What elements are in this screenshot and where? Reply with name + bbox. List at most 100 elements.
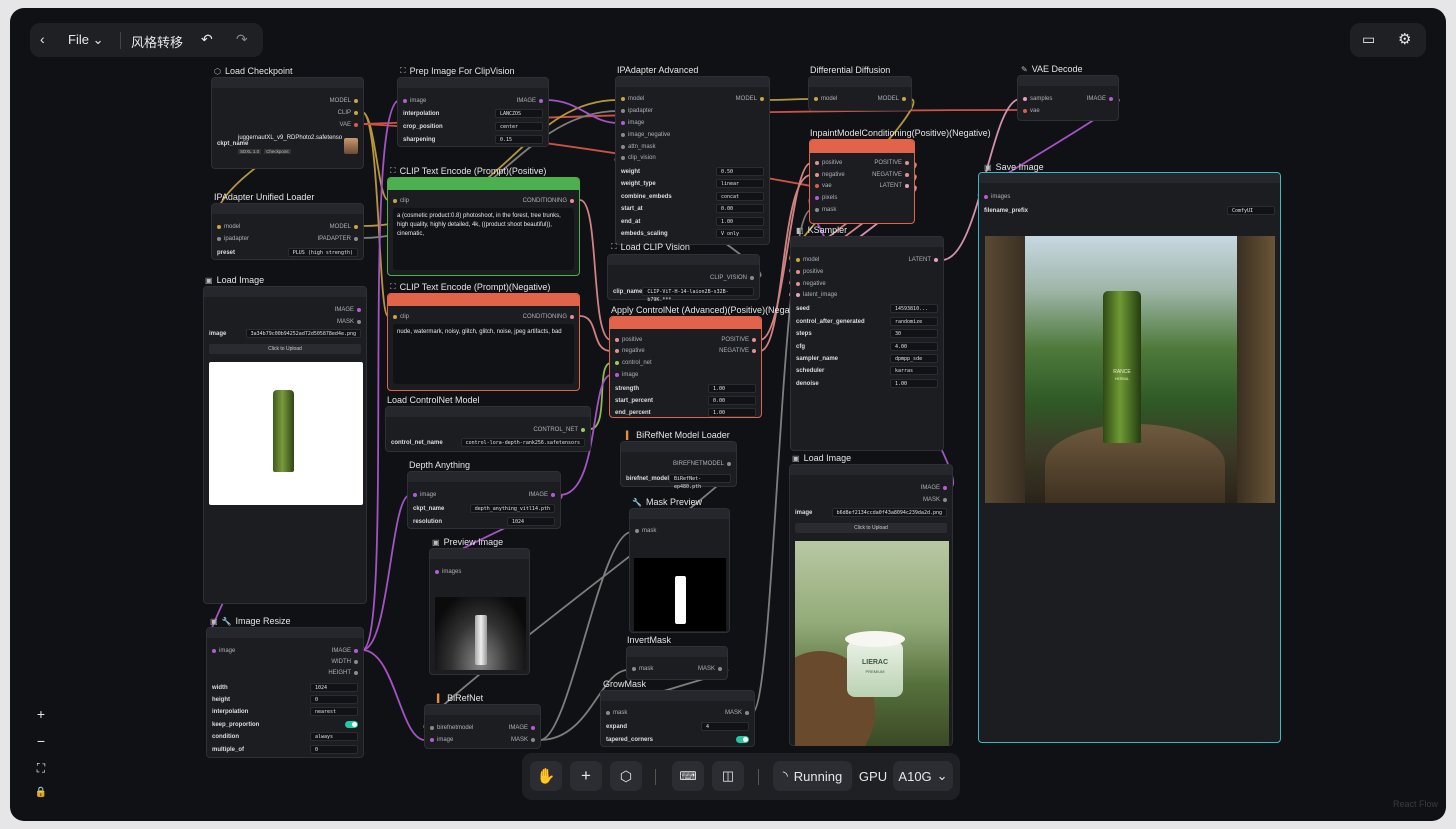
input-image[interactable]: image [403, 98, 426, 104]
input-vae[interactable]: vae [815, 183, 832, 189]
output-negative[interactable]: NEGATIVE [719, 348, 756, 354]
output-conditioning[interactable]: CONDITIONING [523, 198, 574, 204]
output-mask[interactable]: MASK [698, 666, 722, 672]
widget-combine-embeds[interactable]: combine_embeds concat [621, 192, 764, 201]
widget-seed[interactable]: seed 14593810... [796, 304, 938, 313]
input-mask[interactable]: mask [632, 666, 653, 672]
terminal-icon[interactable]: ⌨ [672, 761, 704, 791]
output-birefnetmodel[interactable]: BIREFNETMODEL [673, 461, 731, 467]
node-birefnet[interactable]: birefnetmodel image IMAGE MASK [424, 704, 541, 749]
file-menu[interactable]: File ⌄ [68, 32, 103, 48]
input-positive[interactable]: positive [796, 269, 823, 275]
input-latent-image[interactable]: latent_image [796, 292, 837, 298]
widget-embeds-scaling[interactable]: embeds_scaling V only [621, 229, 764, 238]
output-model[interactable]: MODEL [736, 96, 764, 102]
node-clip-negative[interactable]: clip CONDITIONING nude, watermark, noisy… [387, 293, 580, 391]
node-save-image[interactable]: images filename_prefix ComfyUI RANCE HERB… [978, 172, 1281, 743]
node-load-checkpoint[interactable]: MODEL CLIP VAE ckpt_name juggernautXL_v9… [211, 77, 364, 169]
input-clip-vision[interactable]: clip_vision [621, 155, 656, 161]
widget-scheduler[interactable]: scheduler karras [796, 366, 938, 375]
tapered-corners-toggle[interactable] [736, 736, 749, 743]
input-mask[interactable]: mask [635, 528, 656, 534]
node-ipadapter-advanced[interactable]: MODEL model ipadapter image image_negati… [615, 76, 770, 245]
output-clip[interactable]: CLIP [338, 110, 358, 116]
input-image-negative[interactable]: image_negative [621, 132, 670, 138]
node-clip-positive[interactable]: clip CONDITIONING a (cosmetic product:0.… [387, 177, 580, 276]
hand-icon[interactable]: ✋ [530, 761, 562, 791]
node-load-clip-vision[interactable]: CLIP_VISION clip_name CLIP-ViT-H-14-laion… [607, 254, 760, 303]
input-mask[interactable]: mask [606, 710, 627, 716]
run-status-button[interactable]: ◝ Running [773, 761, 852, 791]
output-negative[interactable]: NEGATIVE [872, 172, 909, 178]
input-mask[interactable]: mask [815, 207, 836, 213]
widget-start-at[interactable]: start_at 0.00 [621, 204, 764, 213]
node-vae-decode[interactable]: samples vae IMAGE [1017, 75, 1119, 121]
widget-end-at[interactable]: end_at 1.00 [621, 217, 764, 226]
widget-expand[interactable]: expand 4 [606, 722, 749, 731]
widget-control-after[interactable]: control_after_generated randomize [796, 317, 938, 326]
node-image-resize[interactable]: image IMAGE WIDTH HEIGHT width 1024 heigh… [206, 627, 364, 758]
widget-strength[interactable]: strength 1.00 [615, 384, 756, 393]
node-preview-image[interactable]: images [429, 548, 530, 675]
widget-weight[interactable]: weight 0.50 [621, 167, 764, 176]
workflow-title[interactable]: 风格转移 [131, 32, 183, 51]
input-image[interactable]: image [621, 120, 644, 126]
input-model[interactable]: model [217, 224, 240, 230]
widget-multiple-of[interactable]: multiple_of 0 [212, 745, 358, 754]
node-prep-image[interactable]: image IMAGE interpolation LANCZOS crop_po… [397, 77, 549, 147]
node-grow-mask[interactable]: mask MASK expand 4 tapered_corners [600, 690, 755, 747]
widget-width[interactable]: width 1024 [212, 683, 358, 692]
input-attn-mask[interactable]: attn_mask [621, 144, 656, 150]
node-depth-anything[interactable]: image IMAGE ckpt_name depth_anything_vitl… [407, 471, 561, 529]
widget-sampler-name[interactable]: sampler_name dpmpp_sde [796, 354, 938, 363]
redo-icon[interactable]: ↷ [236, 31, 248, 48]
input-samples[interactable]: samples [1023, 96, 1052, 102]
add-node-icon[interactable]: + [570, 761, 602, 791]
input-negative[interactable]: negative [796, 281, 826, 287]
output-latent[interactable]: LATENT [908, 257, 938, 263]
input-vae[interactable]: vae [1023, 108, 1040, 114]
input-positive[interactable]: positive [815, 160, 842, 166]
panel-icon[interactable]: ▭ [1362, 31, 1375, 48]
widget-clip-name[interactable]: clip_name CLIP-ViT-H-14-laion2B-s32B-b79K… [613, 287, 754, 303]
widget-cfg[interactable]: cfg 4.00 [796, 342, 938, 351]
output-latent[interactable]: LATENT [879, 183, 909, 189]
widget-control-net-name[interactable]: control_net_name control-lora-depth-rank2… [391, 438, 585, 447]
input-image[interactable]: image [615, 372, 638, 378]
output-width[interactable]: WIDTH [331, 659, 358, 665]
output-mask[interactable]: MASK [923, 497, 947, 503]
input-ipadapter[interactable]: ipadapter [217, 236, 249, 242]
output-control-net[interactable]: CONTROL_NET [533, 427, 585, 433]
ckpt-value[interactable]: juggernautXL_v9_RDPhoto2.safetenso [238, 135, 342, 141]
node-load-controlnet[interactable]: CONTROL_NET control_net_name control-lora… [385, 406, 591, 452]
output-model[interactable]: MODEL [330, 98, 358, 104]
input-control-net[interactable]: control_net [615, 360, 652, 366]
widget-end-percent[interactable]: end_percent 1.00 [615, 408, 756, 417]
output-ipadapter[interactable]: IPADAPTER [317, 236, 358, 242]
output-image[interactable]: IMAGE [509, 725, 535, 731]
output-image[interactable]: IMAGE [1087, 96, 1113, 102]
output-image[interactable]: IMAGE [529, 492, 555, 498]
keep-proportion-toggle[interactable] [345, 721, 358, 728]
input-birefnetmodel[interactable]: birefnetmodel [430, 725, 473, 731]
widget-denoise[interactable]: denoise 1.00 [796, 379, 938, 388]
widget-height[interactable]: height 0 [212, 695, 358, 704]
node-apply-controlnet[interactable]: positive negative control_net image POSI… [609, 316, 762, 418]
widget-filename-prefix[interactable]: filename_prefix ComfyUI [984, 206, 1275, 215]
react-flow-attribution[interactable]: React Flow [1393, 799, 1438, 809]
node-invert-mask[interactable]: mask MASK [626, 646, 728, 680]
prompt-textarea[interactable]: a (cosmetic product:0.8) photoshoot, in … [393, 208, 574, 270]
model-cube-icon[interactable]: ⬡ [610, 761, 642, 791]
gpu-select[interactable]: A10G ⌄ [893, 761, 953, 791]
node-inpaint-conditioning[interactable]: positive negative vae pixels mask POSITI… [809, 139, 915, 224]
input-image[interactable]: image [430, 737, 453, 743]
output-positive[interactable]: POSITIVE [721, 337, 756, 343]
node-ksampler[interactable]: model positive negative latent_image LAT… [790, 236, 944, 451]
input-model[interactable]: model [814, 96, 837, 102]
input-clip[interactable]: clip [393, 198, 409, 204]
output-model[interactable]: MODEL [330, 224, 358, 230]
output-mask[interactable]: MASK [511, 737, 535, 743]
input-model[interactable]: model [796, 257, 819, 263]
input-positive[interactable]: positive [615, 337, 642, 343]
widget-tapered-corners[interactable]: tapered_corners [606, 735, 749, 744]
